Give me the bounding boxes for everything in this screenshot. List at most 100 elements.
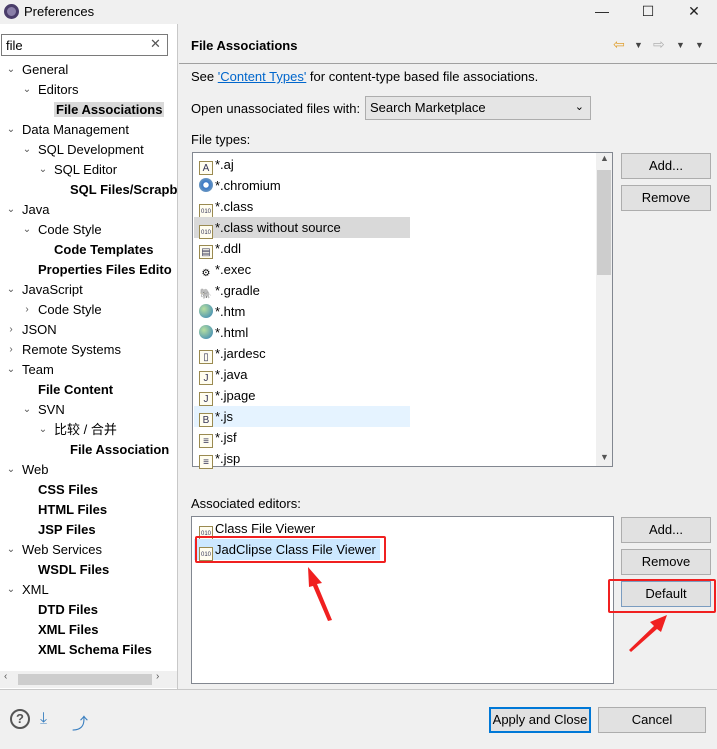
chevron-down-icon[interactable]: ⌄ (6, 580, 16, 600)
list-item[interactable]: 010 *.class without source (194, 217, 410, 239)
tree-item[interactable]: ⌄ XML (7, 580, 49, 600)
remove-file-type-button[interactable]: Remove (621, 185, 711, 211)
tree-item[interactable]: ⌄ Java (7, 200, 50, 220)
forward-arrow-icon[interactable]: ⇨ (653, 36, 665, 53)
help-icon[interactable]: ? (10, 709, 30, 729)
list-item[interactable]: ≡ *.jsp (194, 448, 410, 469)
clear-filter-icon[interactable]: ✕ (150, 36, 161, 52)
chevron-down-icon[interactable]: ⌄ (22, 140, 32, 160)
chevron-down-icon[interactable]: ⌄ (22, 400, 32, 420)
chevron-down-icon[interactable]: ⌄ (6, 540, 16, 560)
tree-item[interactable]: XML Files (38, 620, 98, 640)
list-item[interactable]: A *.aj (194, 154, 410, 175)
class-file-icon: 010 (199, 204, 213, 218)
tree-item[interactable]: ⌄ Team (7, 360, 54, 380)
annotation-arrow-up-right (629, 615, 667, 652)
list-item[interactable]: ⚙ *.exec (194, 259, 410, 280)
chevron-down-icon[interactable]: ⌄ (38, 420, 48, 440)
tree-item[interactable]: ⌄ JavaScript (7, 280, 83, 300)
chevron-down-icon[interactable]: ⌄ (6, 200, 16, 220)
tree-item[interactable]: ⌄ Data Management (7, 120, 129, 140)
add-editor-button[interactable]: Add... (621, 517, 711, 543)
tree-item[interactable]: ⌄ Code Style (23, 220, 102, 240)
js-file-icon: B (199, 413, 213, 427)
tree-item-label: SQL Editor (54, 162, 118, 177)
tree-item[interactable]: XML Schema Files (38, 640, 152, 660)
tree-item[interactable]: › Remote Systems (9, 340, 121, 360)
remove-editor-button[interactable]: Remove (621, 549, 711, 575)
tree-item[interactable]: Properties Files Edito (38, 260, 172, 280)
tree-item[interactable]: ⌄ General (7, 60, 69, 80)
list-item[interactable]: J *.jpage (194, 385, 410, 406)
filter-input[interactable] (1, 34, 168, 56)
list-item[interactable]: *.html (194, 322, 410, 343)
chevron-down-icon[interactable]: ⌄ (6, 280, 16, 300)
chevron-down-icon[interactable]: ⌄ (6, 120, 16, 140)
chevron-right-icon[interactable]: › (6, 320, 16, 340)
list-item[interactable]: *.chromium (194, 175, 410, 196)
tree-item-label: XML (22, 582, 49, 597)
tree-item-label: General (22, 62, 69, 77)
tree-item[interactable]: ⌄ SQL Development (23, 140, 144, 160)
back-arrow-icon[interactable]: ⇦ (613, 36, 625, 53)
chevron-right-icon[interactable]: › (6, 340, 16, 360)
tree-item[interactable]: Code Templates (54, 240, 153, 260)
tree-item[interactable]: WSDL Files (38, 560, 109, 580)
scrollbar-thumb[interactable] (597, 170, 611, 275)
forward-menu-chevron-icon[interactable]: ▼ (676, 40, 685, 50)
tree-item[interactable]: CSS Files (38, 480, 98, 500)
back-menu-chevron-icon[interactable]: ▼ (634, 40, 643, 50)
tree-item[interactable]: JSP Files (38, 520, 96, 540)
tree-item[interactable]: ⌄ SQL Editor (39, 160, 118, 180)
tree-item[interactable]: › JSON (9, 320, 56, 340)
page-title: File Associations (191, 38, 298, 53)
tree-item[interactable]: File Content (38, 380, 113, 400)
chevron-right-icon[interactable]: › (22, 300, 32, 320)
list-item[interactable]: B *.js (194, 406, 410, 427)
scrollbar-thumb[interactable] (18, 674, 152, 685)
scroll-left-icon[interactable]: ‹ (4, 671, 7, 682)
tree-item[interactable]: ⌄ Web Services (7, 540, 102, 560)
tree-item[interactable]: DTD Files (38, 600, 98, 620)
minimize-button[interactable]: — (579, 0, 625, 24)
tree-item[interactable]: ⌄ SVN (23, 400, 65, 420)
list-item[interactable]: 🐘 *.gradle (194, 280, 410, 301)
tree-item[interactable]: File Association (70, 440, 169, 460)
apply-and-close-button[interactable]: Apply and Close (489, 707, 591, 733)
scroll-right-icon[interactable]: › (156, 671, 159, 682)
import-icon[interactable]: ⤓ (40, 710, 47, 728)
tree-item[interactable]: ⌄ 比较 / 合并 (39, 420, 117, 440)
tree-item[interactable]: File Associations (54, 100, 165, 120)
list-item[interactable]: J *.java (194, 364, 410, 385)
scroll-down-icon[interactable]: ▼ (600, 452, 609, 462)
chevron-down-icon[interactable]: ⌄ (6, 360, 16, 380)
list-item[interactable]: *.htm (194, 301, 410, 322)
scroll-up-icon[interactable]: ▲ (600, 153, 609, 163)
tree-item[interactable]: HTML Files (38, 500, 107, 520)
view-menu-icon[interactable]: ▼ (695, 40, 704, 50)
chevron-down-icon[interactable]: ⌄ (6, 460, 16, 480)
content-types-link[interactable]: 'Content Types' (218, 69, 307, 84)
tree-item[interactable]: ⌄ Web (7, 460, 49, 480)
add-file-type-button[interactable]: Add... (621, 153, 711, 179)
file-types-scrollbar[interactable]: ▲ ▼ (596, 153, 612, 466)
list-item[interactable]: 010 *.class (194, 196, 410, 218)
chevron-down-icon[interactable]: ⌄ (6, 60, 16, 80)
list-item[interactable]: ≡ *.jsf (194, 427, 410, 448)
chevron-down-icon[interactable]: ⌄ (22, 80, 32, 100)
tree-item[interactable]: SQL Files/Scrapb (70, 180, 177, 200)
tree-item-label: SQL Files/Scrapb (70, 182, 178, 197)
open-unassociated-select[interactable]: Search Marketplace ⌄ (365, 96, 591, 120)
maximize-button[interactable]: ☐ (625, 0, 671, 24)
list-item[interactable]: ▯ *.jardesc (194, 343, 410, 364)
chevron-down-icon[interactable]: ⌄ (22, 220, 32, 240)
close-button[interactable]: ✕ (671, 0, 717, 24)
tree-item[interactable]: › Code Style (25, 300, 101, 320)
tree-item[interactable]: ⌄ Editors (23, 80, 79, 100)
list-item[interactable]: ▤ *.ddl (194, 238, 410, 259)
export-icon[interactable]: ⤴ (72, 710, 88, 734)
cancel-button[interactable]: Cancel (598, 707, 706, 733)
chevron-down-icon[interactable]: ⌄ (38, 160, 48, 180)
tree-item-label: Properties Files Edito (38, 262, 172, 277)
text-file-icon: ≡ (199, 455, 213, 469)
